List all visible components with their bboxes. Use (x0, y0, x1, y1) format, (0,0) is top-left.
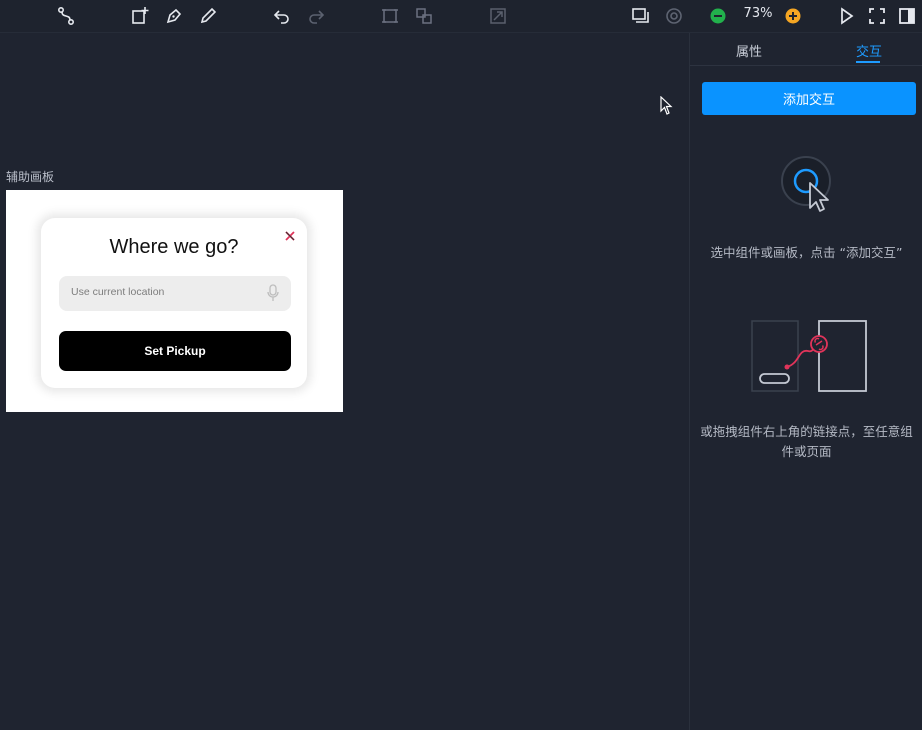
panel-toggle-icon[interactable] (895, 4, 919, 28)
active-tab-indicator (856, 61, 880, 63)
group-icon[interactable] (412, 4, 436, 28)
search-placeholder: Use current location (71, 286, 165, 298)
microphone-icon[interactable] (267, 284, 279, 306)
settings-icon[interactable] (662, 4, 686, 28)
panel-tabs: 属性 交互 (690, 33, 922, 66)
artboard[interactable]: Where we go? Use current location Set Pi… (6, 190, 343, 412)
connector-icon[interactable] (54, 4, 78, 28)
redo-icon[interactable] (304, 4, 328, 28)
mouse-cursor-icon (660, 95, 674, 120)
zoom-in-icon[interactable] (781, 4, 805, 28)
tab-properties[interactable]: 属性 (736, 41, 762, 60)
card-title: Where we go? (109, 236, 239, 258)
layers-icon[interactable] (628, 4, 652, 28)
play-icon[interactable] (834, 4, 858, 28)
frame-icon[interactable] (378, 4, 402, 28)
click-interaction-icon (778, 153, 838, 219)
location-search-input[interactable]: Use current location (59, 276, 291, 311)
set-pickup-button[interactable]: Set Pickup (59, 331, 291, 371)
crop-icon[interactable] (486, 4, 510, 28)
drag-link-illustration-icon (748, 319, 872, 399)
artboard-label[interactable]: 辅助画板 (6, 168, 54, 185)
drag-hint-text: 或拖拽组件右上角的链接点，至任意组件或页面 (700, 424, 913, 459)
pencil-icon[interactable] (196, 4, 220, 28)
right-panel: 属性 交互 添加交互 选中组件或画板，点击 “添加交互” 或拖拽组件右上角的链接… (689, 33, 922, 730)
add-page-icon[interactable] (128, 4, 152, 28)
tab-interaction[interactable]: 交互 (856, 41, 882, 60)
top-toolbar: 73% (0, 0, 922, 33)
undo-icon[interactable] (270, 4, 294, 28)
pen-icon[interactable] (162, 4, 186, 28)
zoom-level: 73% (743, 6, 773, 21)
fullscreen-icon[interactable] (865, 4, 889, 28)
zoom-out-icon[interactable] (706, 4, 730, 28)
location-card[interactable]: Where we go? Use current location Set Pi… (41, 218, 307, 388)
close-icon[interactable] (283, 228, 297, 242)
add-interaction-button[interactable]: 添加交互 (702, 82, 916, 115)
select-hint-text: 选中组件或画板，点击 “添加交互” (710, 245, 903, 260)
